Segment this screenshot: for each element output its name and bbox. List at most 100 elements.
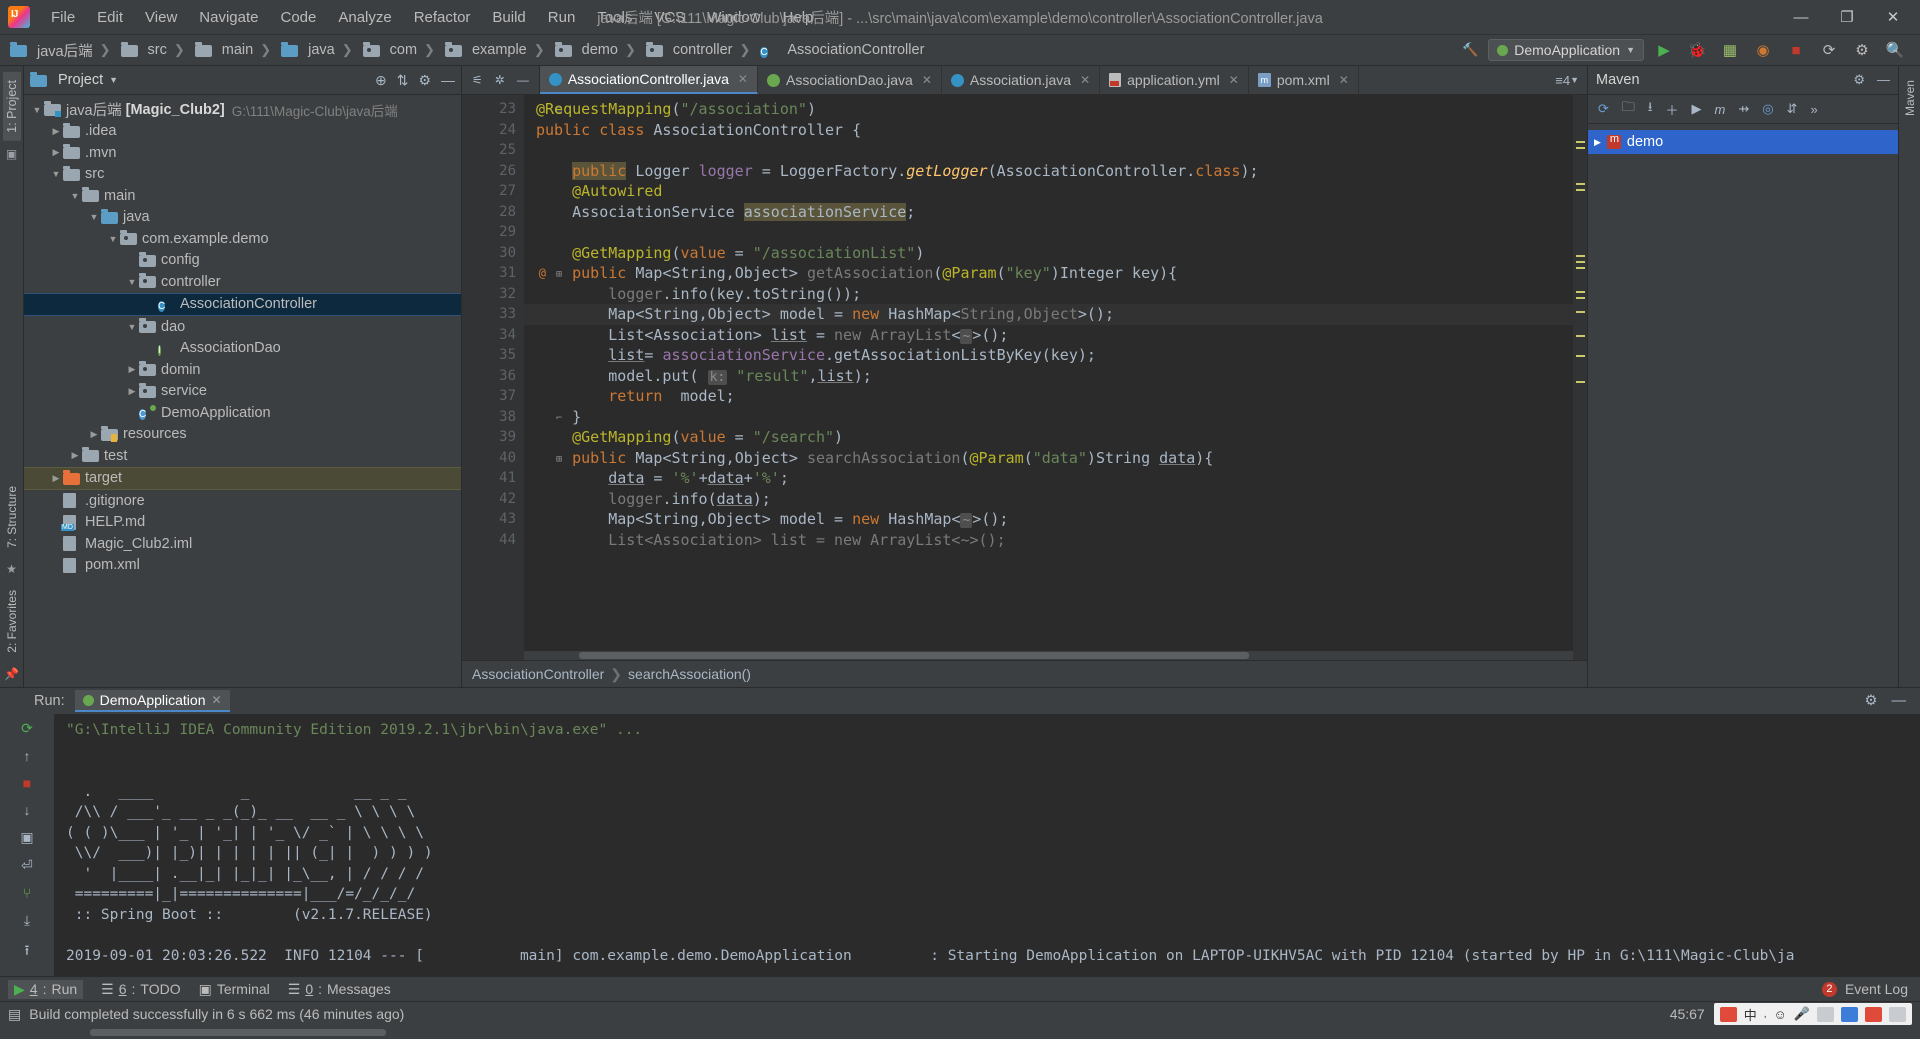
status-tab-messages[interactable]: ☰ 0: Messages [288, 981, 391, 998]
menu-window[interactable]: Window [696, 6, 771, 29]
tree-node-resources[interactable]: ▶ resources [24, 424, 461, 446]
gutter-line-26[interactable]: 26 [462, 161, 524, 182]
system-tray[interactable]: 中 , ☺ 🎤 [1713, 1003, 1912, 1025]
run-configuration-selector[interactable]: DemoApplication ▼ [1488, 39, 1644, 61]
gutter-line-27[interactable]: 27 [462, 181, 524, 202]
breadcrumb-item-java[interactable]: java ❯ [277, 40, 359, 60]
run-panel-actions[interactable]: ⚙ — [1865, 693, 1915, 709]
tree-node-help-md[interactable]: HELP.md [24, 512, 461, 534]
menu-tools[interactable]: Tools [586, 6, 643, 29]
gutter-line-35[interactable]: 35 [462, 345, 524, 366]
maven-toolbar[interactable]: ⟳ 🗀 ⭳ ＋ ▶ m ⇸ ◎ ⇵ » [1588, 94, 1898, 124]
code-line-23[interactable]: @RequestMapping("/association") [524, 99, 1573, 120]
locate-icon[interactable]: ⊕ [375, 72, 387, 89]
skip-tests-icon[interactable]: ⇸ [1738, 101, 1749, 117]
expand-arrow-icon[interactable]: ▼ [68, 191, 82, 201]
expand-arrow-icon[interactable]: ▶ [68, 450, 82, 461]
tree-node--gitignore[interactable]: .gitignore [24, 490, 461, 512]
tree-node-src[interactable]: ▼ src [24, 164, 461, 186]
menu-view[interactable]: View [134, 6, 188, 29]
tree-node-java-[interactable]: ▼ java后端 [Magic_Club2] G:\111\Magic-Club\j… [24, 99, 461, 121]
status-tab-todo[interactable]: ☰ 6: TODO [101, 981, 180, 998]
maximize-button[interactable]: ❐ [1824, 1, 1870, 33]
add-folder-icon[interactable]: 🗀 [1622, 98, 1635, 120]
net-icon[interactable] [1865, 1006, 1882, 1022]
ime-icon[interactable] [1719, 1006, 1737, 1022]
maven-project-demo[interactable]: ▶ demo [1588, 130, 1898, 154]
breadcrumb-item-example[interactable]: example ❯ [441, 40, 551, 60]
editor-status-breadcrumb[interactable]: AssociationController ❯ searchAssociatio… [462, 660, 1587, 687]
close-icon[interactable]: ✕ [211, 693, 221, 707]
up-arrow-icon[interactable]: ↑ [24, 748, 31, 764]
hide-icon[interactable]: — [441, 72, 455, 88]
tree-node-associationdao[interactable]: I AssociationDao [24, 338, 461, 360]
gutter-line-32[interactable]: 32 [462, 284, 524, 305]
camera-icon[interactable]: ▣ [20, 829, 33, 846]
gutter-line-31[interactable]: 31 @ ⊞ [462, 263, 562, 284]
gutter-line-36[interactable]: 36 [462, 366, 524, 387]
smiley-icon[interactable]: ☺ [1774, 1007, 1787, 1022]
gutter-line-38[interactable]: 38 ⌐ [462, 407, 562, 428]
gutter-line-25[interactable]: 25 [462, 140, 524, 161]
settings-gear-icon[interactable]: ✲ [495, 73, 505, 87]
expand-arrow-icon[interactable]: ▶ [125, 386, 139, 397]
hide-icon[interactable]: — [1877, 72, 1890, 88]
tool-icon[interactable] [1841, 1006, 1858, 1022]
maven-projects-tree[interactable]: ▶ demo [1588, 124, 1898, 687]
tree-node-java[interactable]: ▼ java [24, 207, 461, 229]
code-line-37[interactable]: return model; [524, 386, 1573, 407]
expand-arrow-icon[interactable]: ▼ [125, 322, 139, 332]
coverage-icon[interactable]: ▦ [1717, 39, 1743, 61]
code-line-39[interactable]: @GetMapping(value = "/search") [524, 427, 1573, 448]
tree-node-dao[interactable]: ▼ dao [24, 316, 461, 338]
menu-navigate[interactable]: Navigate [188, 6, 269, 29]
rerun-icon[interactable]: ⟳ [21, 720, 33, 737]
tree-node-domin[interactable]: ▶ domin [24, 359, 461, 381]
breadcrumb-class[interactable]: AssociationController [472, 666, 604, 682]
code-line-27[interactable]: @Autowired [524, 181, 1573, 202]
menu-build[interactable]: Build [481, 6, 536, 29]
expand-arrow-icon[interactable]: ▶ [125, 364, 139, 375]
menu-refactor[interactable]: Refactor [403, 6, 482, 29]
update-icon[interactable]: ⟳ [1816, 39, 1842, 61]
breadcrumb-item-src[interactable]: src ❯ [117, 40, 191, 60]
expand-arrow-icon[interactable]: ▶ [49, 473, 63, 484]
expand-arrow-icon[interactable]: ▶ [87, 429, 101, 440]
hide-icon[interactable]: — [1892, 693, 1907, 709]
window-controls[interactable]: — ❐ ✕ [1778, 1, 1920, 33]
gutter-line-34[interactable]: 34 [462, 325, 524, 346]
pin-icon[interactable]: 📌 [4, 667, 19, 681]
run-icon[interactable]: ▶ [1651, 39, 1677, 61]
gutter-line-40[interactable]: 40 ⊞ [462, 448, 562, 469]
tree-node--mvn[interactable]: ▶ .mvn [24, 142, 461, 164]
close-icon[interactable]: ✕ [1080, 73, 1090, 87]
expand-arrow-icon[interactable]: ▼ [87, 212, 101, 222]
code-line-25[interactable] [524, 140, 1573, 161]
breadcrumb-item-main[interactable]: main ❯ [191, 40, 277, 60]
project-panel-title-group[interactable]: Project ▼ [30, 72, 118, 88]
tree-node--idea[interactable]: ▶ .idea [24, 121, 461, 143]
down-arrow-icon[interactable]: ↓ [24, 802, 31, 818]
editor-gutter[interactable]: 23 ⊟ 24 25 26 27 28 29 30 31 @ ⊞ 32 33 34 35 36 37 38 ⌐ 39 40… [462, 95, 562, 660]
mic-icon[interactable]: 🎤 [1794, 1006, 1810, 1022]
code-line-31[interactable]: public Map<String,Object> getAssociation… [524, 263, 1573, 284]
refresh-icon[interactable]: ⟳ [1598, 101, 1609, 117]
export-icon[interactable]: ⭱ [25, 940, 30, 964]
tree-node-main[interactable]: ▼ main [24, 185, 461, 207]
code-text-area[interactable]: @RequestMapping("/association") public cl… [524, 95, 1573, 660]
code-line-38[interactable]: } [524, 407, 1573, 428]
tree-node-pom-xml[interactable]: pom.xml [24, 555, 461, 577]
close-icon[interactable]: ✕ [738, 72, 748, 86]
project-panel-actions[interactable]: ⊕ ⇅ ⚙ — [375, 72, 455, 89]
expand-arrow-icon[interactable]: ▼ [106, 234, 120, 244]
keyboard-icon[interactable] [1817, 1006, 1834, 1022]
close-icon[interactable]: ✕ [1229, 73, 1239, 87]
scrollbar-thumb[interactable] [90, 1029, 386, 1036]
maven-panel-actions[interactable]: ⚙ — [1853, 72, 1890, 88]
editor-tab-tools[interactable]: ⚟ ✲ — [462, 66, 540, 94]
editor-tab-association-java[interactable]: Association.java ✕ [942, 66, 1101, 94]
project-folder-icon[interactable]: ▣ [6, 147, 17, 161]
expand-arrow-icon[interactable]: ▶ [49, 126, 63, 137]
tree-node-magic-club2-iml[interactable]: Magic_Club2.iml [24, 533, 461, 555]
stop-icon[interactable]: ■ [1783, 39, 1809, 61]
